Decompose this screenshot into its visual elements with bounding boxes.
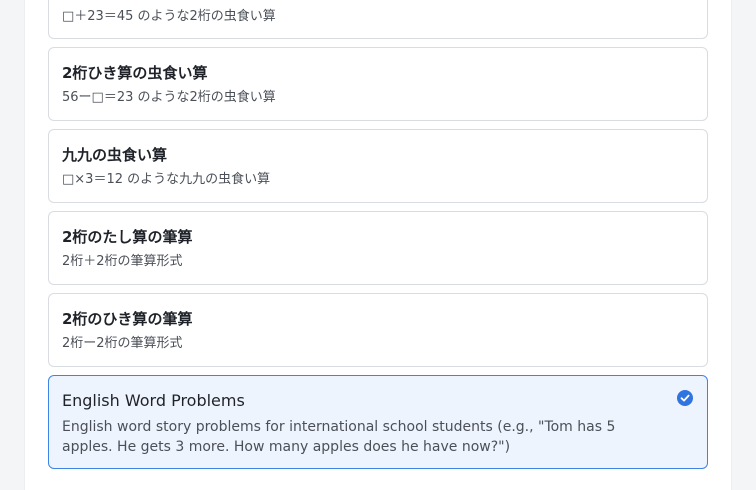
option-title: 2桁ひき算の虫食い算 [62,64,208,82]
option-card-addition-fill-in[interactable]: □＋23＝45 のような2桁の虫食い算 [48,0,708,39]
option-description: 56ー□＝23 のような2桁の虫食い算 [62,90,276,105]
option-description: □×3＝12 のような九九の虫食い算 [62,172,271,187]
check-circle-icon [677,390,693,406]
option-card-english-word-problems[interactable]: English Word Problems English word story… [48,375,708,469]
option-title: 2桁のひき算の筆算 [62,310,193,328]
option-description: English word story problems for internat… [62,419,616,455]
option-title: English Word Problems [62,391,245,410]
option-title: 九九の虫食い算 [62,146,168,164]
option-title: 2桁のたし算の筆算 [62,228,193,246]
option-card-subtraction-fill-in[interactable]: 2桁ひき算の虫食い算 56ー□＝23 のような2桁の虫食い算 [48,47,708,121]
option-description: □＋23＝45 のような2桁の虫食い算 [62,9,276,24]
option-description: 2桁＋2桁の筆算形式 [62,254,183,269]
option-card-subtraction-column[interactable]: 2桁のひき算の筆算 2桁ー2桁の筆算形式 [48,293,708,367]
option-description: 2桁ー2桁の筆算形式 [62,336,183,351]
option-card-multiplication-fill-in[interactable]: 九九の虫食い算 □×3＝12 のような九九の虫食い算 [48,129,708,203]
option-card-addition-column[interactable]: 2桁のたし算の筆算 2桁＋2桁の筆算形式 [48,211,708,285]
